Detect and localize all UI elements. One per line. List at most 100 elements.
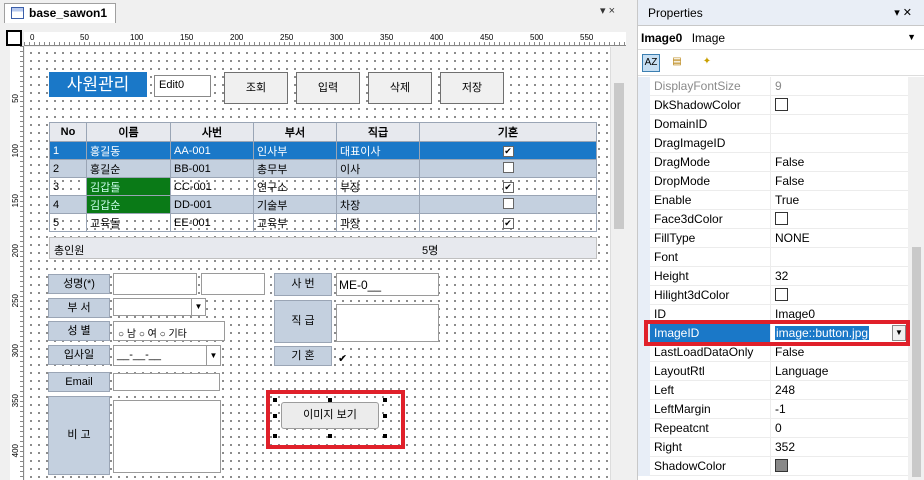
grid-header-married[interactable]: 기혼	[419, 122, 597, 142]
tab-controls[interactable]: ▾ ×	[600, 4, 615, 17]
property-row[interactable]: DkShadowColor	[638, 96, 908, 115]
property-pages-icon[interactable]: ✦	[698, 54, 716, 72]
dept-select[interactable]: ▼	[113, 298, 206, 316]
property-value[interactable]: -1	[771, 400, 908, 419]
chevron-down-icon[interactable]: ▼	[191, 299, 205, 315]
sort-alpha-icon[interactable]: AZ	[642, 54, 660, 72]
object-selector[interactable]: Image0 Image ▼	[638, 26, 924, 50]
resize-handle[interactable]	[273, 414, 277, 418]
property-value[interactable]	[771, 134, 908, 153]
property-row[interactable]: Font	[638, 248, 908, 267]
color-swatch[interactable]	[775, 459, 788, 472]
property-row[interactable]: DragImageID	[638, 134, 908, 153]
property-value[interactable]: 352	[771, 438, 908, 457]
cell-dept: 연구소	[253, 177, 337, 196]
color-swatch[interactable]	[775, 212, 788, 225]
categorized-icon[interactable]: ▤	[668, 54, 686, 72]
chevron-down-icon[interactable]: ▼	[907, 32, 916, 42]
property-value[interactable]	[771, 115, 908, 134]
resize-handle[interactable]	[383, 398, 387, 402]
document-tab[interactable]: base_sawon1	[4, 3, 117, 23]
property-row[interactable]: Height 32	[638, 267, 908, 286]
scrollbar-thumb[interactable]	[614, 83, 624, 229]
property-value[interactable]: NONE	[771, 229, 908, 248]
property-value[interactable]: False	[771, 153, 908, 172]
property-grid[interactable]: DisplayFontSize 9 DkShadowColor DomainID Dra…	[638, 77, 924, 480]
resize-handle[interactable]	[328, 434, 332, 438]
scrollbar-thumb[interactable]	[912, 247, 921, 477]
radio-icon[interactable]: ○	[160, 329, 166, 340]
property-scrollbar[interactable]	[908, 77, 924, 480]
color-swatch[interactable]	[775, 98, 788, 111]
property-row[interactable]: LayoutRtl Language	[638, 362, 908, 381]
grid-header-no[interactable]: No	[49, 122, 87, 142]
property-row[interactable]: FillType NONE	[638, 229, 908, 248]
grid-header-rank[interactable]: 직급	[336, 122, 420, 142]
edit0-field[interactable]: Edit0	[154, 75, 211, 97]
property-row[interactable]: Face3dColor	[638, 210, 908, 229]
color-swatch[interactable]	[775, 288, 788, 301]
radio-icon[interactable]: ○	[139, 329, 145, 340]
property-value[interactable]	[771, 210, 908, 229]
property-row[interactable]: Repeatcnt 0	[638, 419, 908, 438]
married-checkbox[interactable]: ✔	[502, 145, 514, 157]
property-row[interactable]: ShadowColor	[638, 457, 908, 476]
resize-handle[interactable]	[383, 434, 387, 438]
property-row[interactable]: Hilight3dColor	[638, 286, 908, 305]
property-value[interactable]: False	[771, 172, 908, 191]
resize-handle[interactable]	[273, 434, 277, 438]
table-row[interactable]: 4 김갑순 DD-001 기술부 차장	[49, 195, 597, 214]
join-date-field[interactable]: __-__-__ ▼	[113, 345, 221, 366]
married-checkbox[interactable]	[502, 161, 514, 173]
name-field-2[interactable]	[201, 273, 265, 295]
canvas-scrollbar[interactable]	[610, 47, 626, 480]
property-row[interactable]: DomainID	[638, 115, 908, 134]
property-value[interactable]: Language	[771, 362, 908, 381]
delete-button[interactable]: 삭제	[368, 72, 432, 104]
property-value[interactable]	[771, 457, 908, 476]
property-row[interactable]: Left 248	[638, 381, 908, 400]
property-row[interactable]: Right 352	[638, 438, 908, 457]
property-value[interactable]: 248	[771, 381, 908, 400]
property-value[interactable]	[771, 248, 908, 267]
property-row[interactable]: DropMode False	[638, 172, 908, 191]
grid-header-name[interactable]: 이름	[86, 122, 171, 142]
property-value[interactable]: 0	[771, 419, 908, 438]
property-row[interactable]: Enable True	[638, 191, 908, 210]
married-checkbox[interactable]	[502, 197, 514, 209]
resize-handle[interactable]	[383, 414, 387, 418]
rank-field[interactable]	[336, 304, 439, 342]
property-value[interactable]	[771, 286, 908, 305]
married-checkbox[interactable]: ✔	[502, 181, 514, 193]
grid-header-id[interactable]: 사번	[170, 122, 254, 142]
emp-no-field[interactable]: ME-0__	[336, 273, 439, 296]
gender-radio-group[interactable]: ○ 남 ○ 여 ○ 기타	[113, 321, 225, 341]
name-field-1[interactable]	[113, 273, 197, 295]
married-check[interactable]: ✔	[338, 352, 347, 365]
property-row[interactable]: DragMode False	[638, 153, 908, 172]
email-field[interactable]	[113, 373, 220, 391]
married-checkbox[interactable]: ✔	[502, 217, 514, 229]
property-row[interactable]: DisplayFontSize 9	[638, 77, 908, 96]
property-value[interactable]: 32	[771, 267, 908, 286]
save-button[interactable]: 저장	[440, 72, 504, 104]
search-button[interactable]: 조회	[224, 72, 288, 104]
chevron-down-icon[interactable]: ▼	[206, 346, 220, 365]
property-value[interactable]: 9	[771, 77, 908, 96]
property-value[interactable]: True	[771, 191, 908, 210]
grid-header-dept[interactable]: 부서	[253, 122, 337, 142]
table-row[interactable]: 3 김갑돌 CC-001 연구소 부장 ✔	[49, 177, 597, 196]
note-textarea[interactable]	[113, 400, 221, 473]
property-value[interactable]	[771, 96, 908, 115]
pin-close-icons[interactable]: ▾ ✕	[894, 6, 912, 19]
table-row[interactable]: 2 홍길순 BB-001 총무부 이사	[49, 159, 597, 178]
resize-handle[interactable]	[273, 398, 277, 402]
table-row[interactable]: 1 홍길동 AA-001 인사부 대표이사 ✔	[49, 141, 597, 160]
input-button[interactable]: 입력	[296, 72, 360, 104]
form-title[interactable]: 사원관리	[49, 72, 147, 97]
employee-grid[interactable]: No 이름 사번 부서 직급 기혼 1 홍길동 AA-001 인사부 대표이사 …	[49, 122, 597, 232]
property-row[interactable]: LeftMargin -1	[638, 400, 908, 419]
table-row[interactable]: 5 교육돌 EE-001 교육부 과장 ✔	[49, 213, 597, 232]
image-view-button[interactable]: 이미지 보기	[281, 402, 379, 429]
radio-icon[interactable]: ○	[118, 329, 124, 340]
